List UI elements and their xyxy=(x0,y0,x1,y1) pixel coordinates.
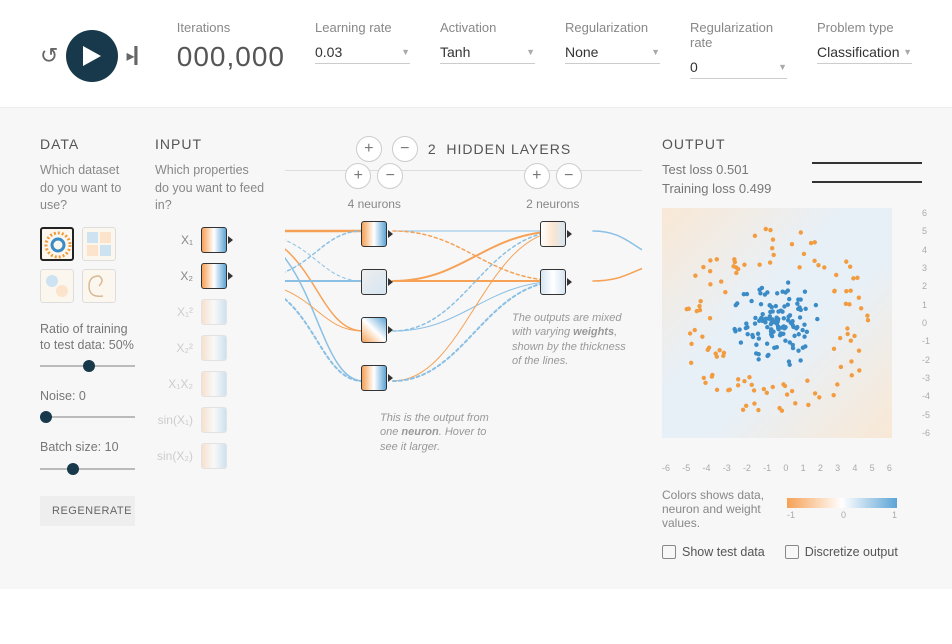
reg-rate-label: Regularization rate xyxy=(690,20,787,50)
problem-label: Problem type xyxy=(817,20,912,35)
input-desc: Which properties do you want to feed in? xyxy=(155,162,265,215)
feature-node[interactable] xyxy=(201,299,227,325)
layer-count: 4 neurons xyxy=(348,197,401,211)
problem-type-select[interactable]: Classification▼ xyxy=(817,41,912,64)
reg-rate-select[interactable]: 0▼ xyxy=(690,56,787,79)
neuron[interactable] xyxy=(361,221,387,247)
activation-select[interactable]: Tanh▼ xyxy=(440,41,535,64)
x-axis-ticks: -6-5-4-3-2-10123456 xyxy=(662,463,892,473)
ratio-slider[interactable] xyxy=(40,359,135,373)
dataset-spiral[interactable] xyxy=(82,269,116,303)
noise-label: Noise: 0 xyxy=(40,388,135,404)
test-loss-sparkline xyxy=(812,162,922,164)
feature-label: sin(X₂) xyxy=(155,449,193,463)
feature-label: X₁² xyxy=(155,305,193,319)
feature-label: X₁X₂ xyxy=(155,377,193,391)
lr-label: Learning rate xyxy=(315,20,410,35)
dataset-xor[interactable] xyxy=(82,227,116,261)
feature-node[interactable] xyxy=(201,371,227,397)
iterations-value: 000,000 xyxy=(177,41,285,73)
step-button[interactable]: ▸▎ xyxy=(126,46,146,66)
feature-label: X₂ xyxy=(155,269,193,283)
add-neuron-button[interactable]: + xyxy=(524,163,550,189)
chevron-down-icon: ▼ xyxy=(778,62,787,72)
feature-label: X₁ xyxy=(155,233,193,247)
noise-slider[interactable] xyxy=(40,410,135,424)
regenerate-button[interactable]: REGENERATE xyxy=(40,496,135,526)
feature-toggle[interactable]: X₁² xyxy=(155,299,265,325)
activation-label: Activation xyxy=(440,20,535,35)
output-heading: OUTPUT xyxy=(662,136,922,152)
neuron[interactable] xyxy=(540,269,566,295)
output-plot[interactable] xyxy=(662,208,892,438)
iterations-label: Iterations xyxy=(177,20,285,35)
color-gradient xyxy=(787,498,897,508)
neuron[interactable] xyxy=(361,317,387,343)
discretize-checkbox[interactable]: Discretize output xyxy=(785,545,898,559)
feature-node[interactable] xyxy=(201,443,227,469)
feature-toggle[interactable]: sin(X₁) xyxy=(155,407,265,433)
feature-label: X₂² xyxy=(155,341,193,355)
regularization-select[interactable]: None▼ xyxy=(565,41,660,64)
chevron-down-icon: ▼ xyxy=(526,47,535,57)
chevron-down-icon: ▼ xyxy=(903,47,912,57)
show-test-data-checkbox[interactable]: Show test data xyxy=(662,545,765,559)
chevron-down-icon: ▼ xyxy=(401,47,410,57)
y-axis-ticks: 6543210-1-2-3-4-5-6 xyxy=(922,208,930,438)
feature-toggle[interactable]: X₂² xyxy=(155,335,265,361)
feature-node[interactable] xyxy=(201,263,227,289)
test-loss: Test loss 0.501 xyxy=(662,162,749,177)
feature-toggle[interactable]: X₂ xyxy=(155,263,265,289)
feature-toggle[interactable]: sin(X₂) xyxy=(155,443,265,469)
feature-toggle[interactable]: X₁ xyxy=(155,227,265,253)
batch-label: Batch size: 10 xyxy=(40,439,135,455)
data-heading: DATA xyxy=(40,136,135,152)
train-loss: Training loss 0.499 xyxy=(662,181,771,196)
data-desc: Which dataset do you want to use? xyxy=(40,162,135,215)
neuron[interactable] xyxy=(361,269,387,295)
add-layer-button[interactable]: + xyxy=(356,136,382,162)
feature-node[interactable] xyxy=(201,407,227,433)
feature-node[interactable] xyxy=(201,335,227,361)
add-neuron-button[interactable]: + xyxy=(345,163,371,189)
remove-neuron-button[interactable]: − xyxy=(556,163,582,189)
input-heading: INPUT xyxy=(155,136,265,152)
regularization-label: Regularization xyxy=(565,20,660,35)
layer-count: 2 neurons xyxy=(526,197,579,211)
dataset-gauss[interactable] xyxy=(40,269,74,303)
play-button[interactable] xyxy=(66,30,118,82)
train-loss-sparkline xyxy=(812,181,922,183)
learning-rate-select[interactable]: 0.03▼ xyxy=(315,41,410,64)
neuron[interactable] xyxy=(361,365,387,391)
neuron[interactable] xyxy=(540,221,566,247)
chevron-down-icon: ▼ xyxy=(651,47,660,57)
ratio-label: Ratio of training to test data: 50% xyxy=(40,321,135,354)
reset-button[interactable]: ↺ xyxy=(40,43,58,69)
legend-text: Colors shows data, neuron and weight val… xyxy=(662,488,772,530)
remove-layer-button[interactable]: − xyxy=(392,136,418,162)
batch-slider[interactable] xyxy=(40,462,135,476)
feature-label: sin(X₁) xyxy=(155,413,193,427)
feature-node[interactable] xyxy=(201,227,227,253)
remove-neuron-button[interactable]: − xyxy=(377,163,403,189)
dataset-circle[interactable] xyxy=(40,227,74,261)
feature-toggle[interactable]: X₁X₂ xyxy=(155,371,265,397)
